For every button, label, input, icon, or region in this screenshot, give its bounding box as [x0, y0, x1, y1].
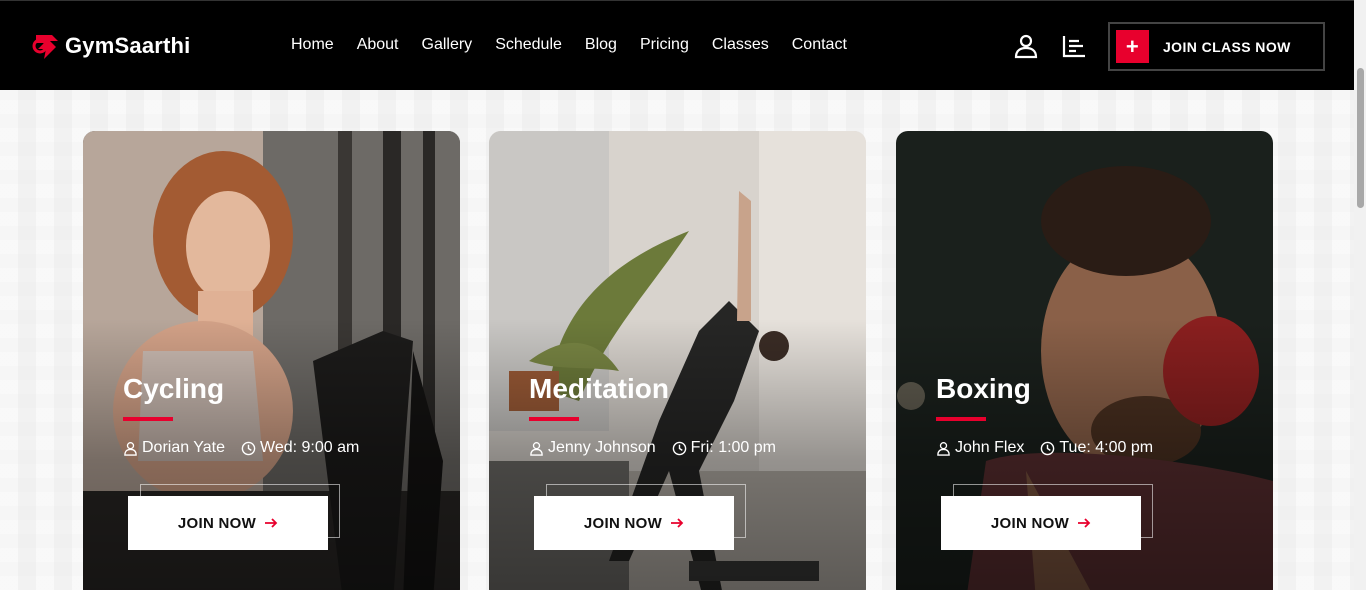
trainer-name: Jenny Johnson	[548, 439, 656, 456]
brand-name: GymSaarthi	[65, 33, 191, 58]
scrollbar[interactable]	[1354, 0, 1366, 590]
join-class-label: JOIN CLASS NOW	[1163, 38, 1291, 55]
title-underline	[936, 417, 986, 421]
clock-icon	[672, 441, 686, 455]
join-now-label: JOIN NOW	[177, 514, 257, 532]
class-meta: Jenny Johnson Fri: 1:00 pm	[529, 439, 776, 457]
user-icon	[937, 441, 950, 456]
join-now-button[interactable]: JOIN NOW	[941, 496, 1141, 550]
class-card-cycling: Cycling Dorian Yate Wed: 9:00 am JOIN NO…	[83, 131, 460, 590]
plus-icon: +	[1116, 30, 1149, 63]
join-class-button[interactable]: + JOIN CLASS NOW	[1108, 22, 1325, 71]
trainer-name: Dorian Yate	[142, 439, 226, 456]
arrow-right-icon	[671, 518, 684, 528]
navbar: GymSaarthi Home About Gallery Schedule B…	[0, 0, 1354, 90]
nav-home[interactable]: Home	[291, 36, 334, 54]
title-underline	[529, 417, 579, 421]
scrollbar-thumb[interactable]	[1357, 68, 1364, 208]
class-title: Boxing	[936, 373, 1031, 404]
logo[interactable]: GymSaarthi	[30, 31, 191, 61]
class-card-meditation: Meditation Jenny Johnson Fri: 1:00 pm JO…	[489, 131, 866, 590]
nav-contact[interactable]: Contact	[792, 36, 847, 54]
nav-schedule[interactable]: Schedule	[495, 36, 562, 54]
user-icon	[530, 441, 543, 456]
nav-blog[interactable]: Blog	[585, 36, 617, 54]
join-now-label: JOIN NOW	[583, 514, 663, 532]
join-now-button[interactable]: JOIN NOW	[128, 496, 328, 550]
menu-bars-icon[interactable]	[1061, 33, 1087, 59]
user-icon[interactable]	[1013, 33, 1039, 59]
class-time: Tue: 4:00 pm	[1059, 439, 1154, 456]
class-title: Meditation	[529, 373, 669, 404]
class-time: Fri: 1:00 pm	[690, 439, 776, 456]
nav-gallery[interactable]: Gallery	[422, 36, 473, 54]
class-title: Cycling	[123, 373, 225, 404]
user-icon	[124, 441, 137, 456]
nav-about[interactable]: About	[357, 36, 399, 54]
class-meta: Dorian Yate Wed: 9:00 am	[123, 439, 359, 457]
join-now-button[interactable]: JOIN NOW	[534, 496, 734, 550]
arrow-right-icon	[265, 518, 278, 528]
join-now-label: JOIN NOW	[990, 514, 1070, 532]
title-underline	[123, 417, 173, 421]
clock-icon	[1041, 441, 1055, 455]
class-time: Wed: 9:00 am	[260, 439, 360, 456]
nav-classes[interactable]: Classes	[712, 36, 769, 54]
nav-pricing[interactable]: Pricing	[640, 36, 689, 54]
nav-icons	[1013, 33, 1087, 59]
class-meta: John Flex Tue: 4:00 pm	[936, 439, 1153, 457]
class-card-boxing: Boxing John Flex Tue: 4:00 pm JOIN NOW	[896, 131, 1273, 590]
arrow-right-icon	[1078, 518, 1091, 528]
main-nav: Home About Gallery Schedule Blog Pricing…	[291, 36, 870, 54]
dumbbell-logo-icon	[32, 35, 58, 59]
clock-icon	[241, 441, 256, 455]
trainer-name: John Flex	[955, 439, 1025, 456]
